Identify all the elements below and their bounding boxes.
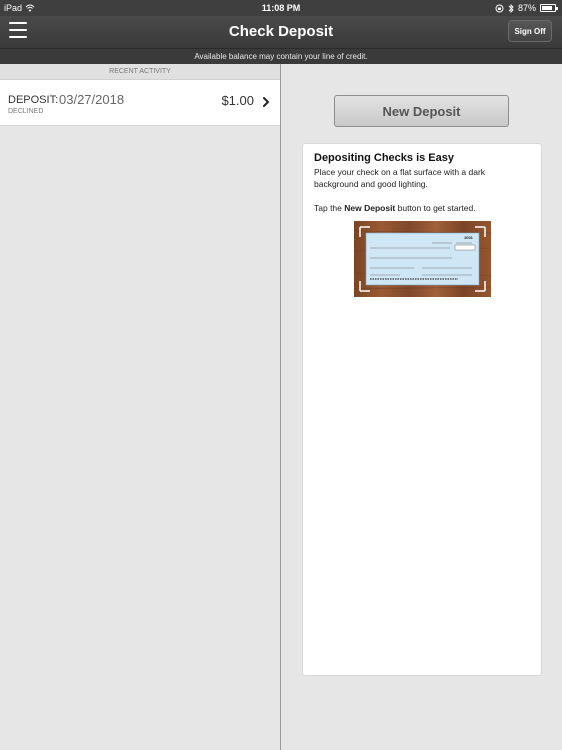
info-card: Depositing Checks is Easy Place your che… (302, 143, 542, 676)
navigation-bar: Check Deposit Sign Off (0, 16, 562, 48)
info-card-title: Depositing Checks is Easy (314, 152, 454, 164)
rotation-lock-icon (495, 4, 504, 12)
check-image: 1001 (353, 221, 492, 297)
new-deposit-emphasis: New Deposit (344, 203, 396, 213)
info-card-body: Place your check on a flat surface with … (314, 167, 486, 189)
info-card-instruction: Tap the New Deposit button to get starte… (314, 203, 476, 213)
chevron-right-icon (263, 97, 270, 107)
status-time: 11:08 PM (261, 3, 301, 13)
activity-type: DEPOSIT: (8, 94, 59, 106)
battery-fill (542, 6, 553, 10)
recent-activity-pane: RECENT ACTIVITY DEPOSIT: 03/27/2018 DECL… (0, 64, 281, 750)
bluetooth-icon (508, 3, 514, 13)
battery-icon (540, 4, 558, 12)
activity-date: 03/27/2018 (59, 92, 125, 107)
page-title: Check Deposit (228, 23, 334, 40)
check-number: 1001 (464, 235, 474, 240)
activity-row[interactable]: DEPOSIT: 03/27/2018 DECLINED $1.00 (0, 80, 280, 126)
recent-activity-header: RECENT ACTIVITY (0, 64, 280, 80)
activity-amount: $1.00 (221, 93, 254, 108)
new-deposit-button[interactable]: New Deposit (334, 95, 509, 127)
balance-notice: Available balance may contain your line … (0, 48, 562, 64)
battery-percent: 87% (517, 3, 536, 13)
activity-status: DECLINED (8, 108, 44, 115)
sign-off-button[interactable]: Sign Off (508, 20, 552, 42)
check-illustration: 1001 (353, 221, 492, 297)
deposit-pane: New Deposit Depositing Checks is Easy Pl… (282, 64, 562, 750)
status-bar: iPad 11:08 PM 87% (0, 0, 562, 16)
